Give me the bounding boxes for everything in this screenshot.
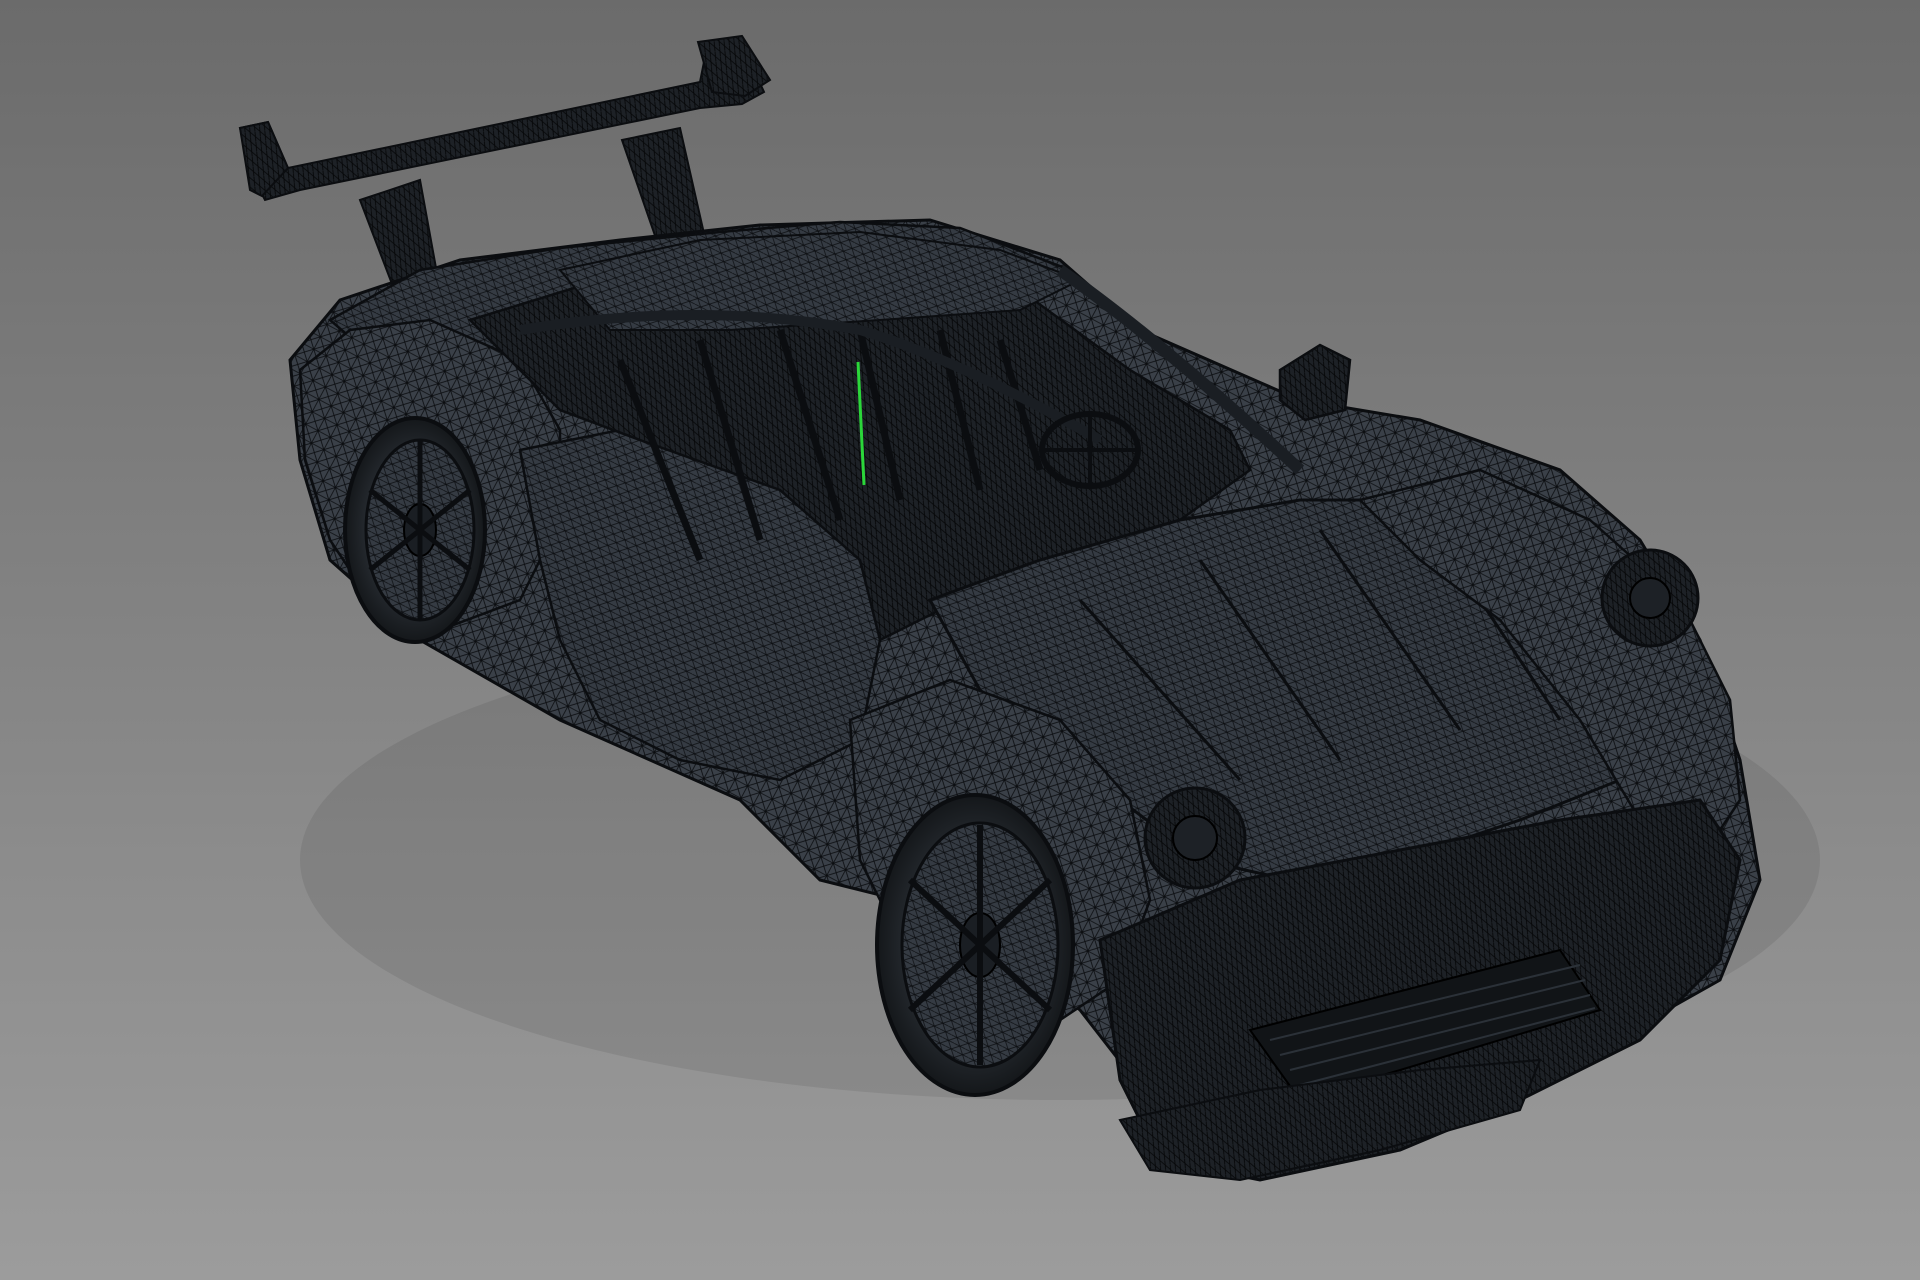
headlight-right [1600, 548, 1700, 648]
viewport-canvas[interactable] [0, 0, 1920, 1280]
3d-viewport[interactable] [0, 0, 1920, 1280]
rear-wheel [343, 416, 487, 644]
front-wheel [875, 793, 1075, 1097]
headlight-left [1143, 786, 1247, 890]
